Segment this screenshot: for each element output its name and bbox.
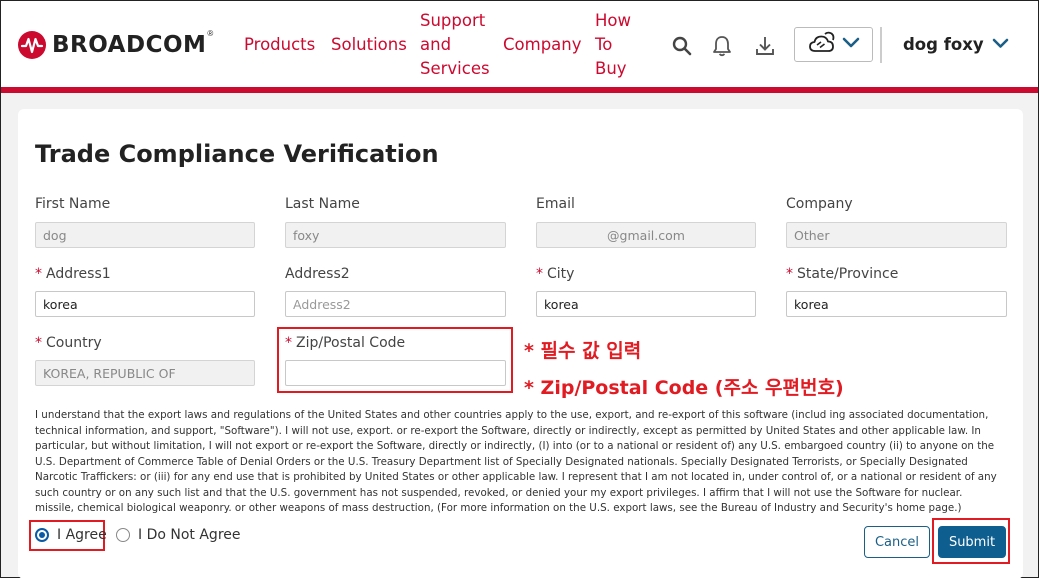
email-field — [536, 222, 756, 248]
broadcom-pulse-icon — [18, 31, 46, 59]
zip-field[interactable] — [285, 360, 506, 386]
user-menu[interactable]: dog foxy — [903, 35, 1009, 54]
page-title: Trade Compliance Verification — [35, 140, 439, 168]
company-field — [786, 222, 1007, 248]
address2-label: Address2 — [285, 266, 350, 282]
disagree-label: I Do Not Agree — [138, 527, 241, 543]
export-compliance-text: I understand that the export laws and re… — [35, 409, 997, 514]
state-field[interactable] — [786, 291, 1007, 317]
nav-company[interactable]: Company — [503, 33, 582, 57]
user-chevron-down-icon — [992, 35, 1009, 54]
first-name-field — [35, 222, 255, 248]
chevron-down-icon — [842, 36, 860, 54]
agree-option[interactable]: I Agree — [35, 527, 107, 543]
annotation-zip: * Zip/Postal Code (주소 우편번호) — [524, 377, 844, 399]
download-icon[interactable] — [753, 34, 777, 58]
email-label: Email — [536, 196, 575, 212]
nav-how-to-buy[interactable]: How To Buy — [595, 9, 631, 81]
disagree-radio[interactable] — [116, 528, 130, 542]
address2-field[interactable] — [285, 291, 506, 317]
agree-radio[interactable] — [35, 528, 49, 542]
address1-field[interactable] — [35, 291, 255, 317]
cancel-button[interactable]: Cancel — [864, 526, 930, 558]
state-label: * State/Province — [786, 266, 899, 282]
nav-support-and-services[interactable]: Support and Services — [420, 9, 490, 81]
brand-registered-mark: ® — [207, 29, 214, 38]
disagree-option[interactable]: I Do Not Agree — [116, 527, 241, 543]
nav-solutions[interactable]: Solutions — [331, 33, 407, 57]
weather-dropdown[interactable] — [794, 27, 873, 62]
last-name-field — [285, 222, 506, 248]
submit-button[interactable]: Submit — [938, 526, 1006, 558]
search-icon[interactable] — [670, 34, 694, 58]
brand-name: BROADCOM — [52, 32, 207, 58]
address1-label: * Address1 — [35, 266, 111, 282]
weather-icon — [808, 29, 838, 60]
user-name: dog foxy — [903, 35, 984, 54]
nav-products[interactable]: Products — [244, 33, 315, 57]
city-field[interactable] — [536, 291, 756, 317]
company-label: Company — [786, 196, 853, 212]
agree-label: I Agree — [57, 527, 107, 543]
country-field — [35, 360, 255, 386]
site-header: BROADCOM ® Products Solutions Support an… — [1, 1, 1038, 93]
last-name-label: Last Name — [285, 196, 360, 212]
header-divider — [880, 27, 882, 63]
first-name-label: First Name — [35, 196, 111, 212]
bell-icon[interactable] — [710, 34, 734, 58]
zip-label: * Zip/Postal Code — [285, 335, 406, 351]
broadcom-logo[interactable]: BROADCOM ® — [18, 29, 214, 59]
city-label: * City — [536, 266, 575, 282]
country-label: * Country — [35, 335, 102, 351]
annotation-required: * 필수 값 입력 — [524, 340, 642, 362]
